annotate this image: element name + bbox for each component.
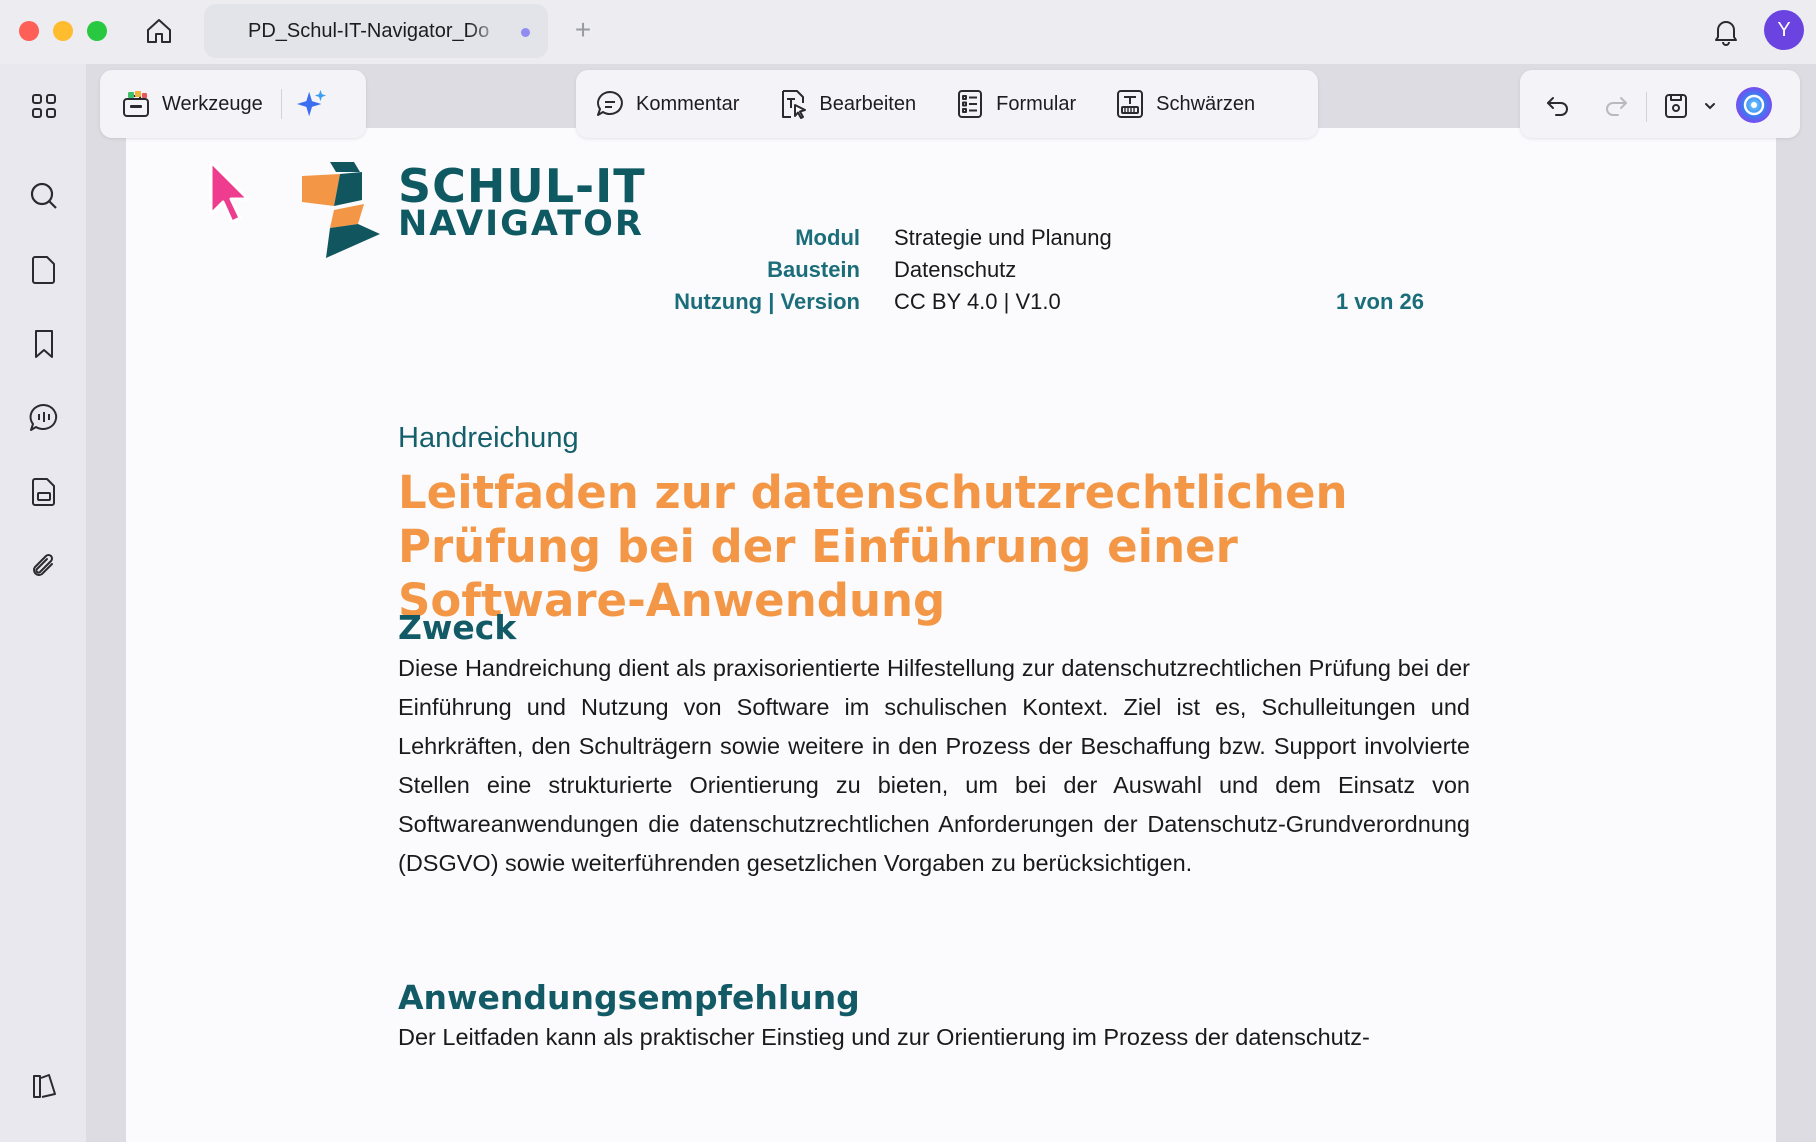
brand-title: SCHUL-IT (398, 159, 646, 213)
edit-toolbar: Kommentar Bearbeiten Formular Schwärzen (576, 70, 1318, 138)
grid-icon[interactable] (22, 84, 66, 128)
ai-sparkle-icon[interactable] (296, 88, 328, 120)
page-indicator: 1 von 26 (1335, 289, 1424, 314)
maximize-window-button[interactable] (87, 21, 107, 41)
tools-button[interactable]: Werkzeuge (120, 88, 263, 120)
tab-title: PD_Schul-IT-Navigator_Do (248, 19, 490, 42)
unsaved-indicator (521, 28, 530, 37)
main-area: SCHUL-IT NAVIGATOR Modul Strategie und P… (86, 64, 1816, 1142)
home-icon[interactable] (140, 13, 178, 49)
document-tab[interactable]: PD_Schul-IT-Navigator_Do (204, 4, 548, 58)
document-title: Leitfaden zur datenschutzrechtlichen Prü… (398, 466, 1348, 627)
section-body-zweck: Diese Handreichung dient als praxisorien… (398, 655, 1470, 876)
meta-label-version: Nutzung | Version (674, 289, 860, 314)
meta-value-version: CC BY 4.0 | V1.0 (894, 289, 1061, 314)
meta-label-modul: Modul (795, 225, 860, 250)
actions-toolbar (1520, 70, 1800, 138)
form-list-icon (954, 88, 986, 120)
toolbox-icon (120, 88, 152, 120)
minimize-window-button[interactable] (53, 21, 73, 41)
schul-it-navigator-logo (302, 162, 380, 258)
close-window-button[interactable] (19, 21, 39, 41)
page-icon[interactable] (22, 248, 66, 292)
chevron-down-icon[interactable] (1698, 88, 1722, 124)
save-icon[interactable] (1658, 88, 1694, 124)
toolbar-divider (280, 89, 282, 119)
layout-icon[interactable] (22, 1064, 66, 1108)
tools-label: Werkzeuge (162, 92, 263, 115)
tools-toolbar: Werkzeuge (100, 70, 366, 138)
document-page: SCHUL-IT NAVIGATOR Modul Strategie und P… (126, 128, 1776, 1142)
meta-label-baustein: Baustein (767, 257, 860, 282)
left-sidebar (0, 64, 86, 1142)
undo-icon[interactable] (1540, 88, 1576, 124)
edit-label: Bearbeiten (819, 92, 917, 115)
meta-value-baustein: Datenschutz (894, 257, 1017, 282)
attachment-icon[interactable] (22, 544, 66, 588)
redact-label: Schwärzen (1156, 92, 1256, 115)
edit-button[interactable]: Bearbeiten (777, 88, 916, 120)
search-icon[interactable] (22, 174, 66, 218)
redact-icon (1114, 88, 1146, 120)
bookmark-icon[interactable] (22, 322, 66, 366)
comments-icon[interactable] (22, 396, 66, 440)
app-window: PD_Schul-IT-Navigator_Do + Y SCHUL-IT NA… (0, 0, 1816, 1142)
user-avatar[interactable]: Y (1764, 10, 1804, 50)
comment-button[interactable]: Kommentar (594, 88, 739, 120)
form-button[interactable]: Formular (954, 88, 1076, 120)
document-kicker: Handreichung (398, 422, 579, 454)
section-heading-zweck: Zweck (398, 608, 517, 647)
meta-value-modul: Strategie und Planung (894, 225, 1112, 250)
redo-icon[interactable] (1598, 88, 1634, 124)
section-heading-anwendungsempfehlung: Anwendungsempfehlung (398, 978, 860, 1017)
form-icon[interactable] (22, 470, 66, 514)
edit-text-icon (777, 88, 809, 120)
title-bar: PD_Schul-IT-Navigator_Do + Y (0, 0, 1816, 64)
toolbar-divider (1646, 92, 1647, 122)
new-tab-button[interactable]: + (566, 13, 600, 47)
comment-label: Kommentar (636, 92, 740, 115)
comment-icon (594, 88, 626, 120)
bell-icon[interactable] (1707, 12, 1745, 50)
section-body-anwendungsempfehlung: Der Leitfaden kann als praktischer Einst… (398, 1024, 1370, 1050)
form-label: Formular (996, 92, 1077, 115)
ai-assistant-icon[interactable] (1734, 85, 1774, 125)
mouse-cursor-icon (209, 160, 250, 224)
redact-button[interactable]: Schwärzen (1114, 88, 1255, 120)
